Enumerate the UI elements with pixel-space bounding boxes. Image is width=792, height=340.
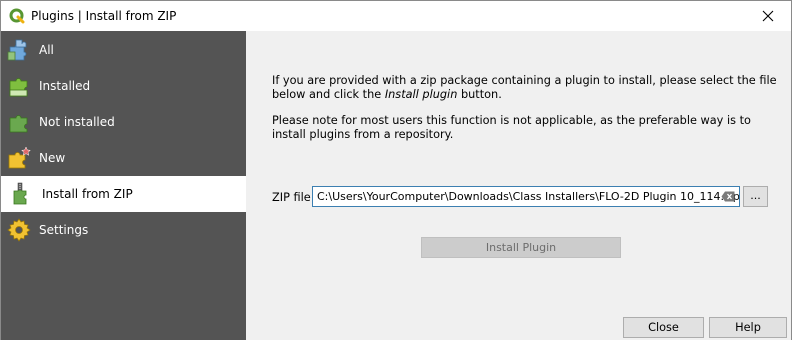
sidebar-item-settings[interactable]: Settings — [1, 212, 246, 248]
sidebar-item-not-installed[interactable]: Not installed — [1, 104, 246, 140]
puzzle-new-icon — [7, 146, 31, 170]
sidebar-item-new[interactable]: New — [1, 140, 246, 176]
sidebar-item-label: Settings — [39, 223, 89, 237]
close-button[interactable]: Close — [623, 317, 704, 338]
puzzle-zip-icon — [9, 182, 33, 206]
install-plugin-button[interactable]: Install Plugin — [421, 237, 621, 258]
info-text-emphasis: Install plugin — [384, 88, 458, 101]
sidebar-item-install-from-zip[interactable]: Install from ZIP — [1, 176, 246, 212]
sidebar-item-label: All — [39, 43, 54, 57]
sidebar-item-label: Not installed — [39, 115, 115, 129]
sidebar-item-label: Install from ZIP — [42, 187, 133, 201]
qgis-logo-icon — [9, 8, 25, 24]
info-paragraph-1: If you are provided with a zip package c… — [272, 74, 777, 102]
info-text: If you are provided with a zip package c… — [272, 74, 777, 154]
zip-file-label: ZIP file — [272, 191, 311, 204]
puzzle-installed-icon — [7, 74, 31, 98]
puzzle-not-installed-icon — [7, 110, 31, 134]
title-bar: Plugins | Install from ZIP — [1, 1, 791, 31]
main-panel: If you are provided with a zip package c… — [246, 31, 791, 340]
help-button[interactable]: Help — [709, 317, 787, 338]
sidebar-item-label: Installed — [39, 79, 91, 93]
gear-icon — [7, 218, 31, 242]
sidebar-item-installed[interactable]: Installed — [1, 68, 246, 104]
plugins-dialog: Plugins | Install from ZIP All Installed… — [0, 0, 792, 340]
browse-button[interactable]: ... — [743, 186, 768, 207]
close-icon[interactable] — [745, 1, 791, 31]
sidebar: All Installed Not installed New Install … — [1, 31, 246, 340]
info-text-suffix: button. — [457, 88, 502, 101]
clear-icon[interactable] — [721, 191, 735, 202]
puzzle-all-icon — [7, 38, 31, 62]
zip-file-value: C:\Users\YourComputer\Downloads\Class In… — [317, 190, 740, 203]
info-text-prefix: If you are provided with a zip package c… — [272, 74, 777, 101]
zip-file-input[interactable]: C:\Users\YourComputer\Downloads\Class In… — [312, 186, 740, 207]
sidebar-item-all[interactable]: All — [1, 32, 246, 68]
window-title: Plugins | Install from ZIP — [31, 9, 177, 23]
info-paragraph-2: Please note for most users this function… — [272, 114, 751, 141]
sidebar-item-label: New — [39, 151, 66, 165]
